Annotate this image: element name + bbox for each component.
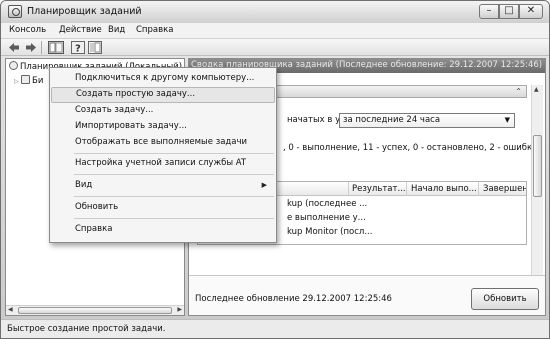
- close-button[interactable]: ✕: [519, 4, 543, 19]
- table-row[interactable]: е выполнение у...: [287, 213, 447, 223]
- menu-item-create-task[interactable]: Создать задачу...: [51, 103, 275, 119]
- toolbar: ?: [1, 39, 549, 56]
- chevron-down-icon: ▼: [504, 116, 510, 124]
- collapse-chevron-icon[interactable]: ⌃: [515, 87, 522, 96]
- folder-icon: [21, 75, 30, 84]
- column-header-end[interactable]: Завершен: [483, 184, 526, 194]
- scroll-thumb[interactable]: [533, 135, 542, 197]
- menu-item-view-label: Вид: [75, 180, 93, 190]
- scroll-right-icon[interactable]: ▶: [177, 306, 182, 313]
- menu-item-connect[interactable]: Подключиться к другому компьютеру...: [51, 71, 275, 87]
- menu-item-help[interactable]: Справка: [51, 222, 275, 238]
- context-menu: Подключиться к другому компьютеру... Соз…: [49, 67, 277, 243]
- scroll-thumb[interactable]: [18, 307, 172, 314]
- right-vertical-scrollbar[interactable]: ▲ ▼: [531, 85, 543, 283]
- menu-separator: [74, 153, 274, 154]
- status-text: Быстрое создание простой задачи.: [7, 324, 166, 334]
- scroll-up-icon[interactable]: ▲: [534, 86, 539, 93]
- column-header-result[interactable]: Результат...: [352, 184, 406, 194]
- table-row[interactable]: kup Monitor (посл...: [287, 227, 447, 237]
- window-title: Планировщик заданий: [27, 6, 142, 17]
- period-select[interactable]: за последние 24 часа ▼: [339, 113, 515, 128]
- menu-bar: Консоль Действие Вид Справка: [1, 23, 549, 39]
- menu-item-at-service-account[interactable]: Настройка учетной записи службы AT: [51, 156, 275, 172]
- menu-separator: [74, 174, 274, 175]
- task-scheduler-icon: [8, 5, 22, 18]
- minimize-button[interactable]: –: [479, 4, 499, 19]
- status-bar: Быстрое создание простой задачи.: [1, 319, 549, 338]
- column-divider[interactable]: [406, 182, 407, 196]
- menu-item-refresh[interactable]: Обновить: [51, 200, 275, 216]
- menu-item-create-basic-task[interactable]: Создать простую задачу...: [51, 87, 275, 103]
- submenu-arrow-icon: ▶: [261, 181, 267, 189]
- column-header-start[interactable]: Начало выпо...: [411, 184, 477, 194]
- console-tree-icon[interactable]: [48, 41, 64, 54]
- menu-separator: [74, 218, 274, 219]
- help-icon[interactable]: ?: [71, 41, 85, 54]
- column-divider[interactable]: [348, 182, 349, 196]
- back-arrow-icon[interactable]: [7, 41, 21, 54]
- menu-view[interactable]: Вид: [108, 25, 125, 35]
- toolbar-separator: [41, 41, 42, 54]
- clock-icon: [9, 61, 18, 70]
- menu-console[interactable]: Консоль: [9, 25, 46, 35]
- menu-separator: [74, 196, 274, 197]
- title-bar: Планировщик заданий – □ ✕: [1, 1, 549, 23]
- refresh-button[interactable]: Обновить: [471, 288, 539, 310]
- menu-item-import-task[interactable]: Импортировать задачу...: [51, 119, 275, 135]
- expand-arrow-icon[interactable]: ▷: [14, 78, 21, 85]
- forward-arrow-icon[interactable]: [24, 41, 38, 54]
- summary-footer: Последнее обновление 29.12.2007 12:25:46…: [189, 275, 545, 315]
- svg-text:?: ?: [75, 44, 81, 55]
- period-select-value: за последние 24 часа: [343, 115, 441, 125]
- tree-child-label: Би: [32, 76, 44, 86]
- menu-action[interactable]: Действие: [59, 25, 102, 35]
- action-pane-icon[interactable]: [88, 41, 102, 54]
- tree-item-library[interactable]: ▷ Би: [14, 75, 43, 86]
- app-window: Планировщик заданий – □ ✕ Консоль Действ…: [0, 0, 550, 339]
- last-updated-text: Последнее обновление 29.12.2007 12:25:46: [195, 294, 392, 304]
- left-horizontal-scrollbar[interactable]: ◀ ▶: [6, 305, 184, 315]
- menu-item-view[interactable]: Вид ▶: [51, 178, 275, 194]
- maximize-button[interactable]: □: [499, 4, 519, 19]
- menu-help[interactable]: Справка: [136, 25, 173, 35]
- menu-item-display-running-tasks[interactable]: Отображать все выполняемые задачи: [51, 135, 275, 151]
- scroll-left-icon[interactable]: ◀: [8, 306, 13, 313]
- table-row[interactable]: kup (последнее ...: [287, 199, 447, 209]
- status-summary: , 0 - выполнение, 11 - успех, 0 - остано…: [283, 143, 533, 153]
- column-divider[interactable]: [478, 182, 479, 196]
